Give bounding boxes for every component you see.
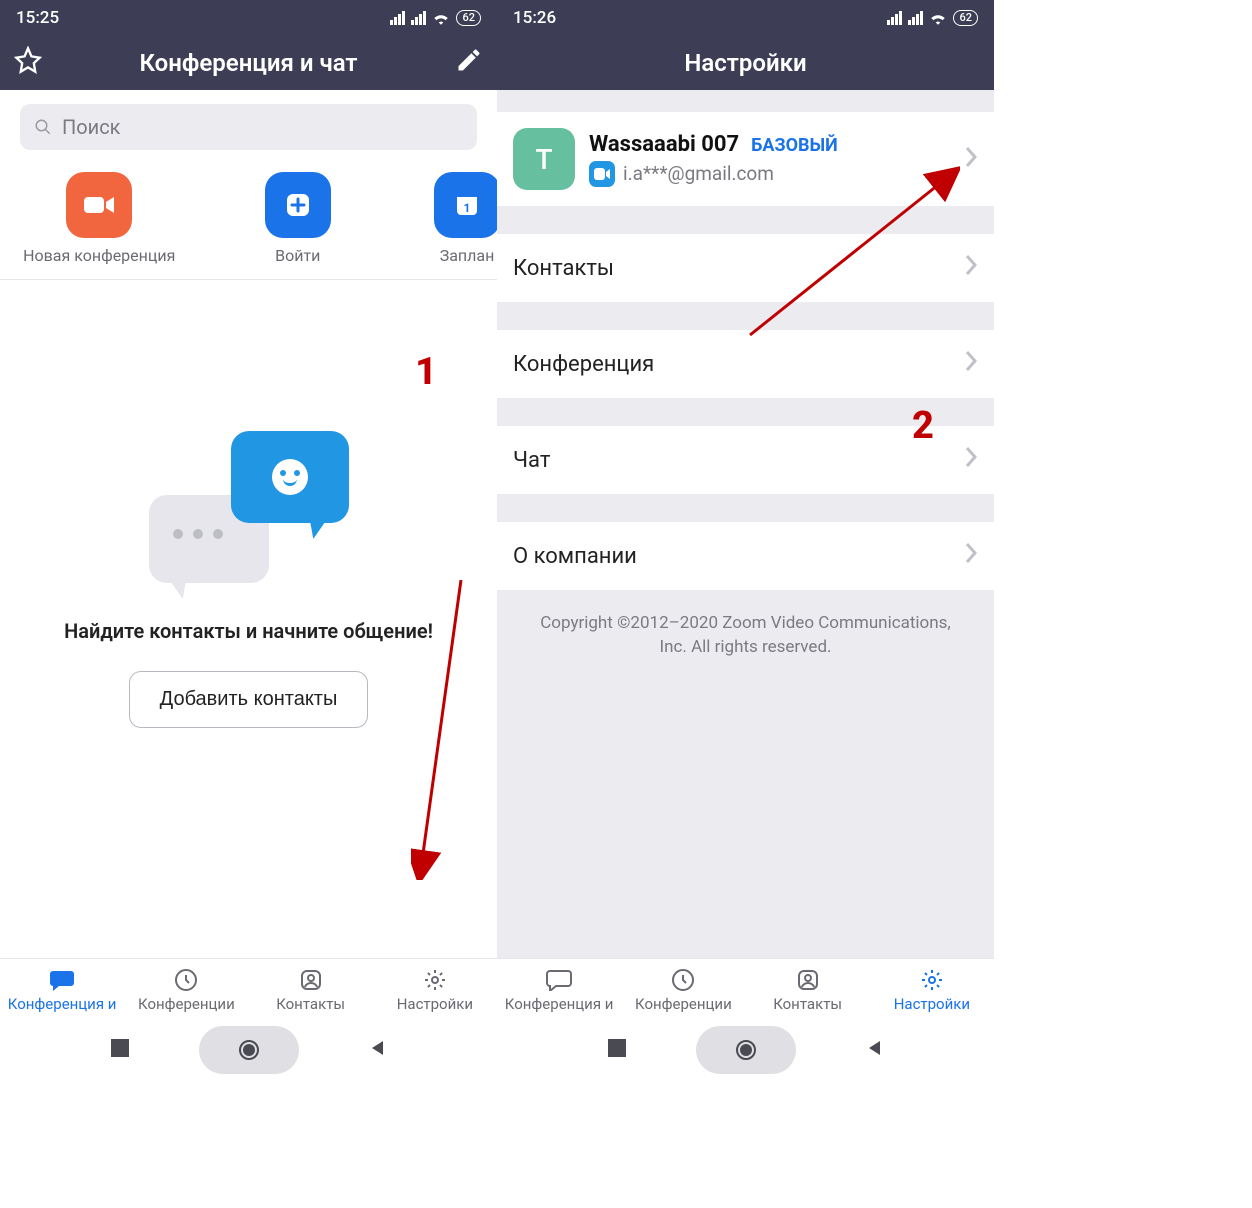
chat-illustration — [149, 431, 349, 591]
schedule-button[interactable]: 1 Заплан — [397, 172, 497, 265]
search-icon — [34, 118, 52, 136]
status-indicators: 62 — [390, 10, 481, 26]
search-input[interactable]: Поиск — [20, 104, 477, 150]
settings-item-contacts[interactable]: Контакты — [497, 234, 994, 302]
person-icon — [796, 968, 820, 992]
nav-home-button[interactable] — [199, 1026, 299, 1074]
action-label: Заплан — [440, 246, 495, 265]
new-meeting-button[interactable]: Новая конференция — [0, 172, 199, 265]
status-time: 15:26 — [513, 8, 556, 28]
nav-recent-icon[interactable] — [608, 1039, 626, 1061]
calendar-icon: 1 — [434, 172, 497, 238]
compose-icon[interactable] — [455, 46, 483, 80]
bottom-tabs: Конференция и Конференции Контакты Настр… — [497, 958, 994, 1020]
page-title: Настройки — [684, 49, 806, 77]
nav-home-button[interactable] — [696, 1026, 796, 1074]
nav-back-icon[interactable] — [369, 1039, 387, 1061]
chevron-right-icon — [964, 350, 978, 378]
plan-badge: БАЗОВЫЙ — [751, 135, 838, 156]
bottom-tabs: Конференция и Конференции Контакты Настр… — [0, 958, 497, 1020]
gear-icon — [920, 968, 944, 992]
wifi-icon — [432, 11, 450, 25]
battery-indicator: 62 — [953, 10, 978, 26]
profile-email: i.a***@gmail.com — [623, 162, 774, 185]
settings-item-about[interactable]: О компании — [497, 522, 994, 590]
video-icon — [589, 161, 615, 187]
status-indicators: 62 — [887, 10, 978, 26]
action-label: Новая конференция — [23, 246, 175, 265]
plus-icon — [265, 172, 331, 238]
settings-item-label: Чат — [513, 448, 550, 473]
page-title: Конференция и чат — [139, 49, 357, 77]
profile-row[interactable]: T Wassaaabi 007 БАЗОВЫЙ i.a***@gmail.com — [497, 112, 994, 206]
tab-label: Конференция и — [8, 995, 117, 1013]
signal-icon — [908, 11, 923, 25]
chat-bubble-icon — [49, 969, 75, 991]
settings-body: T Wassaaabi 007 БАЗОВЫЙ i.a***@gmail.com — [497, 90, 994, 958]
avatar: T — [513, 128, 575, 190]
tab-chat[interactable]: Конференция и — [0, 959, 124, 1020]
chat-bubble-icon — [546, 969, 572, 991]
settings-item-label: Конференция — [513, 352, 654, 377]
annotation-number-1: 1 — [415, 350, 437, 394]
screen-2: 15:26 62 Настройки T Wassaaabi 007 БАЗОВ… — [497, 0, 994, 1080]
chevron-right-icon — [964, 254, 978, 282]
signal-icon — [887, 11, 902, 25]
chevron-right-icon — [964, 446, 978, 474]
action-label: Войти — [275, 246, 320, 265]
person-icon — [299, 968, 323, 992]
tab-contacts[interactable]: Контакты — [249, 959, 373, 1020]
settings-item-conference[interactable]: Конференция — [497, 330, 994, 398]
app-header: Конференция и чат — [0, 36, 497, 90]
tab-label: Настройки — [894, 995, 970, 1013]
status-bar: 15:26 62 — [497, 0, 994, 36]
app-header: Настройки — [497, 36, 994, 90]
tab-label: Контакты — [773, 995, 842, 1013]
tab-label: Конференции — [635, 995, 732, 1013]
signal-icon — [411, 11, 426, 25]
tab-chat[interactable]: Конференция и — [497, 959, 621, 1020]
video-icon — [66, 172, 132, 238]
tab-meetings[interactable]: Конференции — [621, 959, 745, 1020]
settings-item-label: О компании — [513, 544, 637, 569]
signal-icon — [390, 11, 405, 25]
add-contacts-button[interactable]: Добавить контакты — [129, 671, 369, 728]
quick-actions: Новая конференция Войти 1 Заплан — [0, 160, 497, 280]
status-bar: 15:25 62 — [0, 0, 497, 36]
chevron-right-icon — [964, 146, 978, 172]
empty-state-text: Найдите контакты и начните общение! — [64, 619, 433, 643]
settings-item-label: Контакты — [513, 256, 614, 281]
chevron-right-icon — [964, 542, 978, 570]
settings-item-chat[interactable]: Чат — [497, 426, 994, 494]
favorite-icon[interactable] — [14, 46, 42, 80]
nav-recent-icon[interactable] — [111, 1039, 129, 1061]
tab-meetings[interactable]: Конференции — [124, 959, 248, 1020]
tab-contacts[interactable]: Контакты — [746, 959, 870, 1020]
svg-text:1: 1 — [464, 201, 471, 215]
empty-state: 1 Найдите контакты и начните общение! До… — [0, 280, 497, 958]
battery-indicator: 62 — [456, 10, 481, 26]
tab-label: Конференции — [138, 995, 235, 1013]
screen-1: 15:25 62 Конференция и чат Поиск — [0, 0, 497, 1080]
gear-icon — [423, 968, 447, 992]
join-button[interactable]: Войти — [199, 172, 398, 265]
tab-settings[interactable]: Настройки — [870, 959, 994, 1020]
clock-icon — [671, 968, 695, 992]
android-nav-bar — [0, 1020, 497, 1080]
search-placeholder: Поиск — [62, 115, 121, 139]
copyright-text: Copyright ©2012–2020 Zoom Video Communic… — [497, 590, 994, 682]
tab-label: Конференция и — [505, 995, 614, 1013]
tab-label: Настройки — [397, 995, 473, 1013]
nav-back-icon[interactable] — [866, 1039, 884, 1061]
tab-label: Контакты — [276, 995, 345, 1013]
android-nav-bar — [497, 1020, 994, 1080]
wifi-icon — [929, 11, 947, 25]
tab-settings[interactable]: Настройки — [373, 959, 497, 1020]
status-time: 15:25 — [16, 8, 59, 28]
clock-icon — [174, 968, 198, 992]
profile-name: Wassaaabi 007 — [589, 132, 739, 157]
